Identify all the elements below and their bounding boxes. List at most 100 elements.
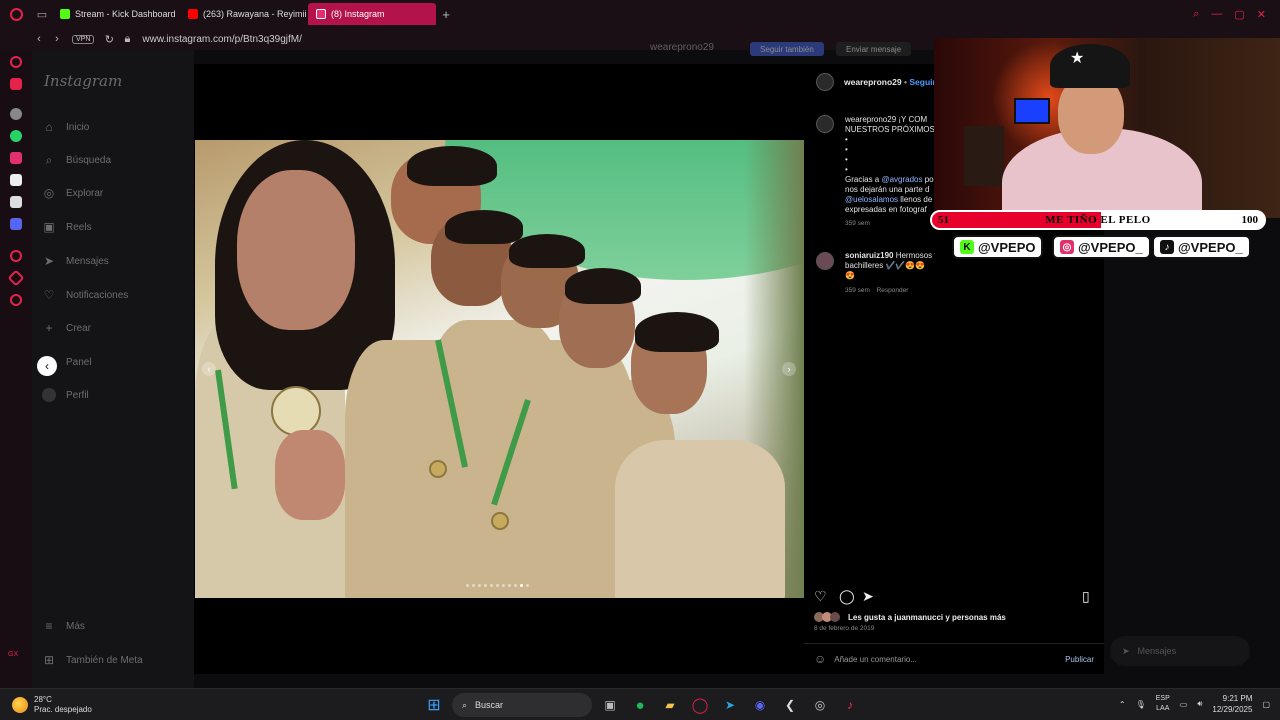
taskbar-search[interactable]: ⌕ Buscar [452, 693, 592, 717]
carousel-next-button[interactable]: › [782, 362, 796, 376]
instagram-logo[interactable]: Instagram [44, 72, 122, 90]
kick-favicon-icon [60, 9, 70, 19]
settings-icon[interactable] [10, 108, 22, 120]
nav-mensajes[interactable]: ➤ Mensajes [42, 252, 109, 270]
notifications-icon[interactable]: ▢ [1262, 700, 1270, 709]
minimize-button[interactable]: — [1211, 8, 1222, 21]
vpn-badge[interactable]: VPN [72, 34, 95, 44]
new-tab-button[interactable]: + [436, 7, 456, 22]
post-media-viewer: ‹ › [194, 64, 804, 674]
caption-line: expresadas en fotograf [845, 205, 927, 214]
microphone-icon[interactable]: 🎙︎ [1136, 700, 1146, 709]
publish-button[interactable]: Publicar [1065, 655, 1094, 664]
goal-current: 51 [938, 214, 949, 226]
weather-temp: 28°C [34, 695, 52, 704]
commenter-avatar[interactable] [816, 252, 834, 270]
heart-icon: ♡ [43, 288, 55, 302]
nav-label: Búsqueda [66, 154, 112, 166]
tab-workspace-icon[interactable]: ▭ [32, 0, 52, 28]
opera-sidebar: GX [0, 50, 32, 688]
caption-dot: • [845, 145, 848, 154]
language-indicator[interactable]: ESP LAA [1156, 694, 1170, 714]
nav-notificaciones[interactable]: ♡ Notificaciones [42, 286, 129, 304]
windows-start-icon[interactable]: ⊞ [422, 693, 446, 717]
whatsapp-icon[interactable] [10, 130, 22, 142]
volume-icon[interactable]: 🔊︎ [1197, 699, 1202, 709]
nav-reels[interactable]: ▣ Reels [42, 218, 91, 236]
reply-button[interactable]: Responder [877, 287, 909, 294]
comment-input[interactable]: Añade un comentario... [834, 655, 917, 664]
nav-tambien-de-meta[interactable]: ⊞ También de Meta [42, 651, 143, 669]
file-explorer-icon[interactable]: ▰ [658, 693, 682, 717]
likes-summary[interactable]: Les gusta a juanmanucci y personas más [848, 613, 1006, 622]
history-icon[interactable] [10, 250, 22, 262]
nav-inicio[interactable]: ⌂ Inicio [42, 118, 89, 136]
post-photo[interactable] [195, 140, 804, 598]
carousel-prev-button[interactable]: ‹ [202, 362, 216, 376]
spotify-icon[interactable]: ● [628, 693, 652, 717]
share-send-icon[interactable]: ➤ [862, 588, 874, 605]
stream-goal-bar: ME TIÑO EL PELO 51 100 [930, 210, 1266, 230]
task-view-icon[interactable]: ▣ [598, 693, 622, 717]
person-hair [565, 268, 641, 304]
app-icon[interactable]: ❮ [778, 693, 802, 717]
follow-button[interactable]: Seguir [909, 77, 935, 87]
carousel-dot [478, 584, 481, 587]
tiktok-handle: ♪ @VPEPO_ [1152, 235, 1251, 259]
messages-pill[interactable]: ➤ Mensajes [1110, 636, 1250, 666]
opera-menu-button[interactable] [0, 0, 32, 28]
player-icon[interactable] [7, 269, 25, 287]
hand [275, 430, 345, 520]
goal-target: 100 [1241, 214, 1259, 226]
search-tabs-icon[interactable]: ⌕ [1193, 8, 1199, 21]
reload-button[interactable]: ↻ [100, 33, 118, 46]
person-shirt [615, 440, 785, 598]
discord-icon[interactable] [10, 218, 22, 230]
network-icon[interactable]: ▭ [1180, 700, 1188, 709]
author-username[interactable]: weareprono29 [844, 77, 902, 87]
weather-widget[interactable]: 28°C Prac. despejado [12, 695, 92, 715]
telegram-icon[interactable]: ➤ [718, 693, 742, 717]
gx-control-icon[interactable] [10, 78, 22, 90]
forward-button[interactable]: › [48, 33, 66, 45]
caption-avatar[interactable] [816, 115, 834, 133]
commenter-username[interactable]: soniaruiz190 [845, 251, 893, 260]
compass-icon: ◎ [43, 186, 55, 200]
carousel-dot [502, 584, 505, 587]
x-twitter-icon[interactable] [10, 196, 22, 208]
mention-link[interactable]: @avgrados [881, 175, 922, 184]
tray-overflow-icon[interactable]: ⌃ [1119, 700, 1126, 709]
mention-link[interactable]: @uelosalamos [845, 195, 898, 204]
nav-perfil[interactable]: Perfil [42, 386, 89, 404]
caption-text: llenos de [900, 195, 933, 204]
opera-gx-icon[interactable]: ◯ [688, 693, 712, 717]
clock[interactable]: 9:21 PM 12/29/2025 [1212, 693, 1252, 715]
save-bookmark-icon[interactable]: ▯ [1082, 588, 1090, 605]
tab-youtube[interactable]: (263) Rawayana - Reyimii [180, 3, 308, 25]
nav-explorar[interactable]: ◎ Explorar [42, 184, 104, 202]
nav-label: Crear [66, 322, 92, 334]
nav-busqueda[interactable]: ⌕ Búsqueda [42, 151, 111, 169]
nav-crear[interactable]: + Crear [42, 319, 91, 337]
tab-kick-dashboard[interactable]: Stream - Kick Dashboard [52, 3, 180, 25]
close-window-button[interactable]: ✕ [1257, 8, 1266, 21]
tiktok-icon[interactable] [10, 174, 22, 186]
home-icon: ⌂ [45, 120, 53, 134]
maximize-button[interactable]: ▢ [1234, 8, 1244, 21]
tiktok-live-icon[interactable]: ♪ [838, 693, 862, 717]
discord-icon[interactable]: ◉ [748, 693, 772, 717]
extensions-icon[interactable] [10, 294, 22, 306]
author-avatar[interactable] [816, 73, 834, 91]
previous-post-button[interactable]: ‹ [37, 356, 57, 376]
messenger-icon: ➤ [43, 254, 55, 268]
tab-instagram[interactable]: (8) Instagram [308, 3, 436, 25]
url-field[interactable]: www.instagram.com/p/Btn3q39gjfM/ [142, 34, 302, 45]
nav-mas[interactable]: ≡ Más [42, 617, 84, 635]
comment-bubble-icon[interactable]: ◯ [839, 588, 855, 605]
emoji-icon[interactable]: ☺ [814, 652, 826, 666]
instagram-icon[interactable] [10, 152, 22, 164]
aria-icon[interactable] [10, 56, 22, 68]
like-heart-icon[interactable]: ♡ [814, 588, 827, 605]
obs-icon[interactable]: ◎ [808, 693, 832, 717]
back-button[interactable]: ‹ [30, 33, 48, 45]
